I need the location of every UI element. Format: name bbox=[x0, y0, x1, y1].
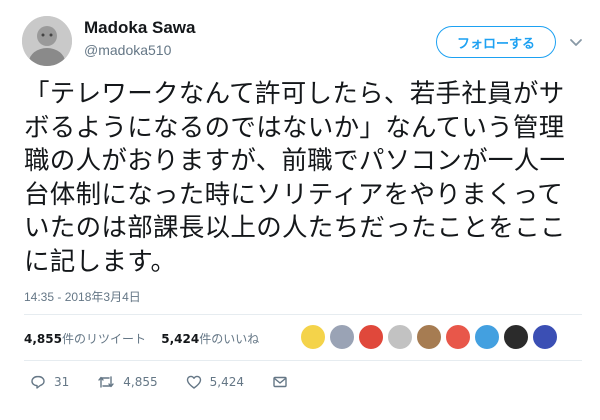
retweet-stat-label: 件のリツイート bbox=[61, 332, 146, 346]
liker-avatar[interactable] bbox=[416, 324, 442, 350]
tweet-text: 「テレワークなんて許可したら、若手社員がサボるようになるのではないか」なんていう… bbox=[24, 79, 566, 277]
heart-icon bbox=[186, 375, 201, 389]
reply-button[interactable]: 31 bbox=[30, 374, 69, 390]
chevron-down-icon bbox=[570, 39, 582, 46]
liker-avatar[interactable] bbox=[358, 324, 384, 350]
divider bbox=[24, 360, 582, 361]
display-name[interactable]: Madoka Sawa bbox=[84, 18, 196, 38]
engagement-stats: 4,855件のリツイート 5,424件のいいね bbox=[24, 330, 259, 347]
tweet-actions: 31 4,855 5,424 bbox=[30, 374, 324, 390]
more-options-caret[interactable] bbox=[568, 34, 584, 50]
like-stat-count: 5,424 bbox=[161, 332, 200, 346]
liker-avatar[interactable] bbox=[445, 324, 471, 350]
retweet-stat[interactable]: 4,855件のリツイート bbox=[24, 332, 146, 346]
reply-icon bbox=[31, 375, 45, 389]
reply-count: 31 bbox=[54, 375, 70, 389]
avatar[interactable] bbox=[22, 16, 72, 66]
liker-avatar[interactable] bbox=[387, 324, 413, 350]
retweet-button[interactable]: 4,855 bbox=[97, 374, 158, 390]
liker-avatar[interactable] bbox=[329, 324, 355, 350]
like-count: 5,424 bbox=[209, 375, 244, 389]
liker-avatars bbox=[300, 324, 561, 350]
retweet-count: 4,855 bbox=[123, 375, 158, 389]
retweet-stat-count: 4,855 bbox=[24, 332, 62, 346]
direct-message-button[interactable] bbox=[272, 374, 296, 390]
envelope-icon bbox=[273, 376, 287, 388]
like-stat-label: 件のいいね bbox=[199, 332, 260, 346]
liker-avatar[interactable] bbox=[474, 324, 500, 350]
liker-avatar[interactable] bbox=[300, 324, 326, 350]
liker-avatar[interactable] bbox=[503, 324, 529, 350]
user-handle[interactable]: @madoka510 bbox=[84, 42, 171, 58]
divider bbox=[24, 314, 582, 315]
retweet-icon bbox=[98, 376, 114, 388]
tweet-timestamp[interactable]: 14:35 - 2018年3月4日 bbox=[24, 288, 141, 305]
like-button[interactable]: 5,424 bbox=[186, 374, 244, 390]
follow-button[interactable]: フォローする bbox=[436, 26, 556, 58]
liker-avatar[interactable] bbox=[532, 324, 558, 350]
like-stat[interactable]: 5,424件のいいね bbox=[161, 332, 259, 346]
profile-avatar-icon bbox=[22, 16, 72, 66]
